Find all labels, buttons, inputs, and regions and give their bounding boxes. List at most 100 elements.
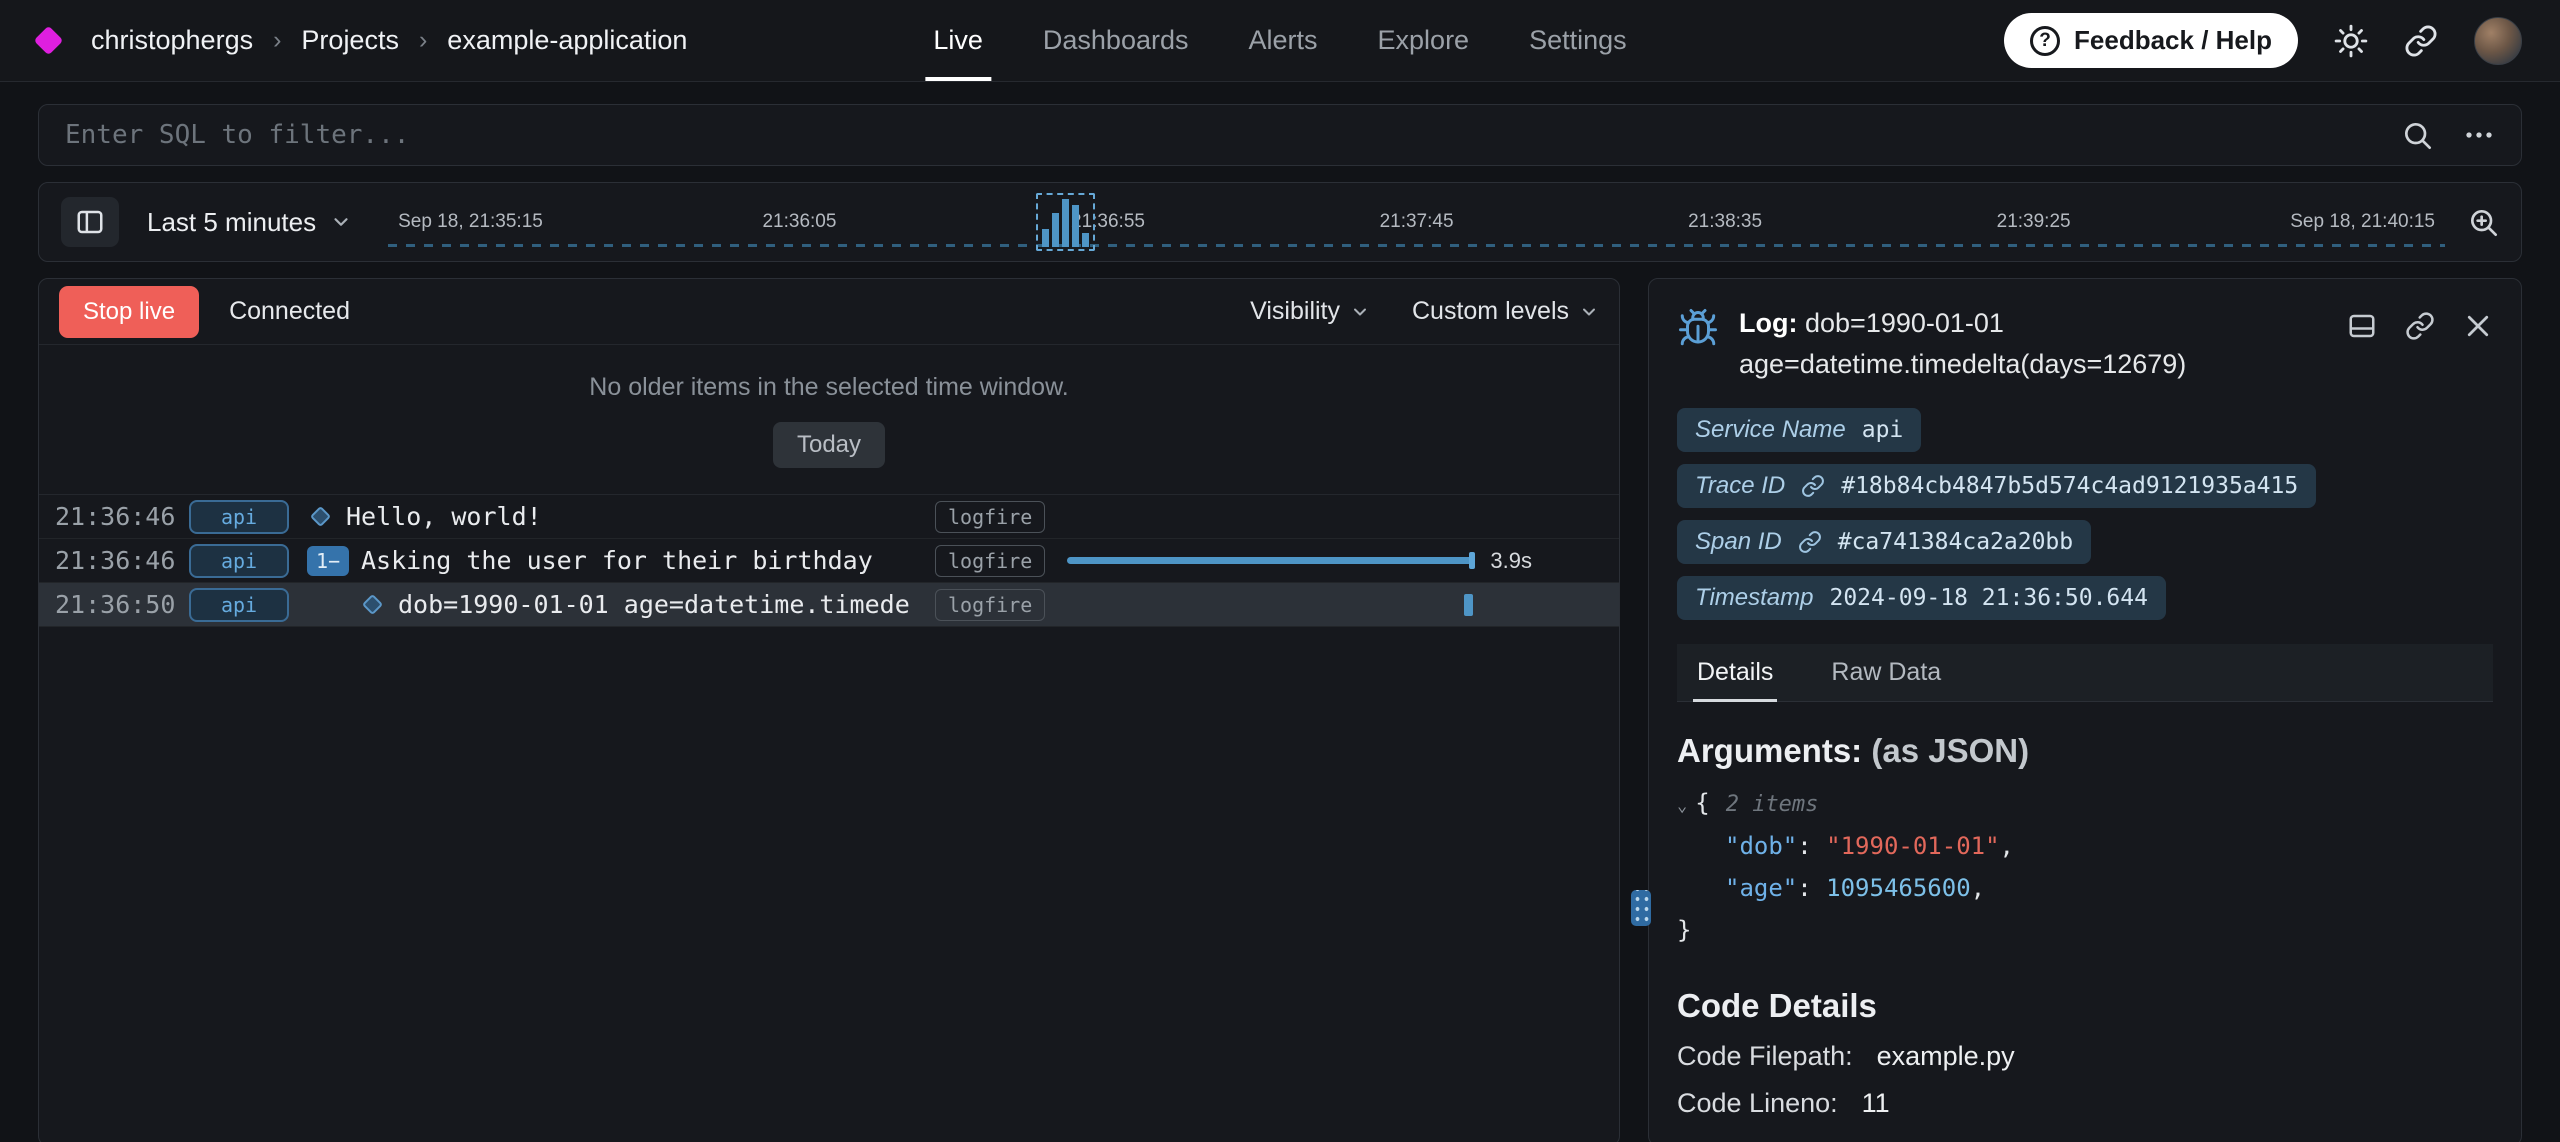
timeline-baseline xyxy=(388,244,2445,247)
span-marker[interactable] xyxy=(1464,594,1473,616)
log-timestamp: 21:36:46 xyxy=(55,546,181,575)
service-tag[interactable]: api xyxy=(189,588,289,622)
collapse-caret-icon[interactable]: ⌄ xyxy=(1677,796,1687,816)
chevron-down-icon xyxy=(330,211,352,233)
histogram-bar xyxy=(1072,205,1079,247)
badge-value: 2024-09-18 21:36:50.644 xyxy=(1829,585,2148,611)
breadcrumb-project[interactable]: example-application xyxy=(447,25,687,56)
visibility-dropdown[interactable]: Visibility xyxy=(1250,297,1370,326)
today-button[interactable]: Today xyxy=(773,422,885,468)
detail-title: Log: dob=1990-01-01 age=datetime.timedel… xyxy=(1739,303,2327,384)
collapse-children-badge[interactable]: 1− xyxy=(307,546,349,576)
code-lineno-row: Code Lineno: 11 xyxy=(1677,1088,2493,1119)
histogram-bar xyxy=(1042,229,1049,247)
json-value: 1095465600 xyxy=(1826,874,1971,902)
stop-live-button[interactable]: Stop live xyxy=(59,286,199,338)
sidebar-layout-icon xyxy=(75,207,105,237)
log-source-col: logfire xyxy=(935,501,1067,533)
json-items-count: 2 items xyxy=(1726,792,1819,817)
code-filepath-row: Code Filepath: example.py xyxy=(1677,1041,2493,1072)
tab-live[interactable]: Live xyxy=(933,0,983,81)
detail-actions xyxy=(2347,303,2493,341)
scope-tag: logfire xyxy=(935,545,1045,577)
arguments-heading-text: Arguments: xyxy=(1677,732,1862,769)
trace-id-badge[interactable]: Trace ID #18b84cb4847b5d574c4ad9121935a4… xyxy=(1677,464,2316,508)
connection-status: Connected xyxy=(229,297,350,326)
timeline-histogram[interactable] xyxy=(1036,193,1095,251)
breadcrumb-projects[interactable]: Projects xyxy=(301,25,399,56)
panel-resize-handle[interactable] xyxy=(1631,890,1651,926)
sql-filter-input[interactable] xyxy=(65,120,2371,150)
json-root-line: ⌄ {2 items xyxy=(1677,782,2493,825)
badge-label: Service Name xyxy=(1695,416,1846,444)
code-lineno-label: Code Lineno: xyxy=(1677,1088,1838,1119)
code-details-heading: Code Details xyxy=(1677,987,2493,1025)
timestamp-badge[interactable]: Timestamp 2024-09-18 21:36:50.644 xyxy=(1677,576,2166,620)
log-message: dob=1990-01-01 age=datetime.timede xyxy=(398,590,910,619)
timeline-tick: 21:37:45 xyxy=(1380,211,1454,233)
dock-panel-icon[interactable] xyxy=(2347,311,2377,341)
user-avatar[interactable] xyxy=(2474,17,2522,65)
time-range-select[interactable]: Last 5 minutes xyxy=(147,207,352,238)
service-tag[interactable]: api xyxy=(189,500,289,534)
chevron-right-icon: › xyxy=(273,26,281,55)
logfire-logo-icon[interactable] xyxy=(34,26,64,56)
json-open-brace: { xyxy=(1695,789,1709,817)
tab-explore[interactable]: Explore xyxy=(1378,0,1470,81)
json-colon: : xyxy=(1797,832,1811,860)
theme-toggle-button[interactable] xyxy=(2334,24,2368,58)
detail-tabs: Details Raw Data xyxy=(1677,644,2493,702)
breadcrumb-org[interactable]: christophergs xyxy=(91,25,253,56)
service-tag[interactable]: api xyxy=(189,544,289,578)
live-log-panel: Stop live Connected Visibility Custom le… xyxy=(38,278,1620,1142)
custom-levels-dropdown[interactable]: Custom levels xyxy=(1412,297,1599,326)
arguments-heading: Arguments: (as JSON) xyxy=(1677,732,2493,770)
badge-value: #18b84cb4847b5d574c4ad9121935a415 xyxy=(1841,473,2298,499)
close-icon[interactable] xyxy=(2463,311,2493,341)
json-entry: "dob": "1990-01-01", xyxy=(1677,825,2493,867)
more-options-icon[interactable] xyxy=(2463,119,2495,151)
log-diamond-icon xyxy=(362,594,383,615)
span-duration-bar[interactable] xyxy=(1067,557,1474,564)
log-row[interactable]: 21:36:46 api 1− Asking the user for thei… xyxy=(39,539,1619,583)
tab-details[interactable]: Details xyxy=(1693,644,1777,701)
json-entry: "age": 1095465600, xyxy=(1677,867,2493,909)
chevron-right-icon: › xyxy=(419,26,427,55)
chevron-down-icon xyxy=(1579,302,1599,322)
search-icon[interactable] xyxy=(2401,119,2433,151)
json-close-line: } xyxy=(1677,909,2493,951)
sql-filter-bar xyxy=(38,104,2522,166)
timeline-tick: Sep 18, 21:40:15 xyxy=(2290,211,2435,233)
empty-window-notice: No older items in the selected time wind… xyxy=(39,345,1619,495)
tab-alerts[interactable]: Alerts xyxy=(1248,0,1317,81)
timeline-track[interactable]: Sep 18, 21:35:15 21:36:05 21:36:55 21:37… xyxy=(388,183,2445,261)
tab-settings[interactable]: Settings xyxy=(1529,0,1627,81)
live-panel-header: Stop live Connected Visibility Custom le… xyxy=(39,279,1619,345)
detail-title-prefix: Log: xyxy=(1739,308,1797,338)
log-source-col: logfire xyxy=(935,589,1067,621)
permalink-icon[interactable] xyxy=(2405,311,2435,341)
log-row-main: 21:36:46 api Hello, world! xyxy=(55,500,935,534)
scope-tag: logfire xyxy=(935,501,1045,533)
json-comma: , xyxy=(2000,832,2014,860)
span-id-badge[interactable]: Span ID #ca741384ca2a20bb xyxy=(1677,520,2091,564)
link-icon xyxy=(2404,24,2438,58)
log-row[interactable]: 21:36:46 api Hello, world! logfire xyxy=(39,495,1619,539)
service-name-badge[interactable]: Service Name api xyxy=(1677,408,1921,452)
timeline-tick: 21:38:35 xyxy=(1688,211,1762,233)
log-row-selected[interactable]: 21:36:50 api dob=1990-01-01 age=datetime… xyxy=(39,583,1619,627)
code-lineno-value: 11 xyxy=(1862,1088,1890,1119)
timeline-tick: 21:39:25 xyxy=(1997,211,2071,233)
content-split: Stop live Connected Visibility Custom le… xyxy=(38,278,2522,1142)
badge-label: Span ID xyxy=(1695,528,1782,556)
timeline-tick: 21:36:05 xyxy=(762,211,836,233)
feedback-help-label: Feedback / Help xyxy=(2074,25,2272,56)
zoom-in-icon[interactable] xyxy=(2467,206,2499,238)
attribute-badges: Service Name api Trace ID #18b84cb4847b5… xyxy=(1677,408,2493,620)
tab-dashboards[interactable]: Dashboards xyxy=(1043,0,1189,81)
feedback-help-button[interactable]: ? Feedback / Help xyxy=(2004,13,2298,68)
tab-raw-data[interactable]: Raw Data xyxy=(1827,644,1945,701)
sidebar-toggle-button[interactable] xyxy=(61,197,119,247)
json-comma: , xyxy=(1971,874,1985,902)
share-link-button[interactable] xyxy=(2404,24,2438,58)
